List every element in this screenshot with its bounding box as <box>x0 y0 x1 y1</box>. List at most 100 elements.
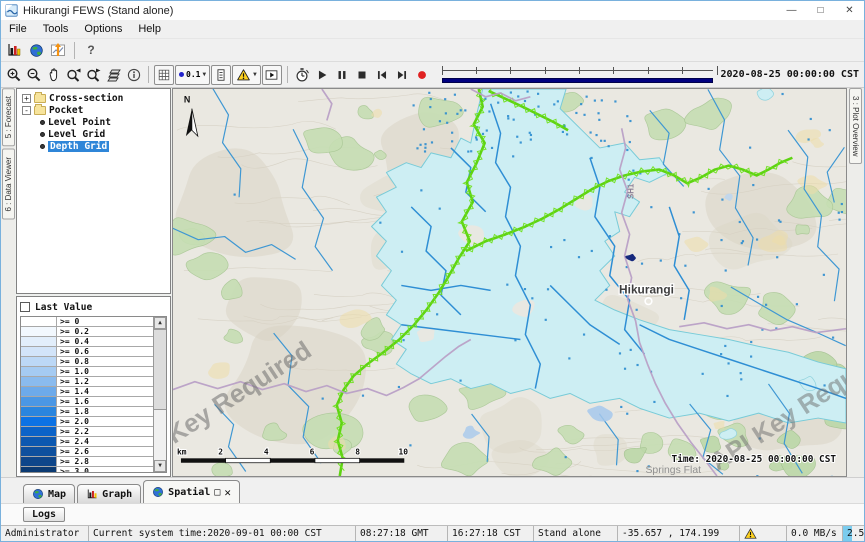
legend-row[interactable]: >= 2.0 <box>21 417 153 427</box>
status-warning-cell[interactable] <box>740 526 787 541</box>
legend-row[interactable]: >= 1.4 <box>21 387 153 397</box>
scrollbar-thumb[interactable] <box>153 329 167 410</box>
main-toolbar: ? <box>1 39 864 62</box>
warning-dropdown[interactable]: ▼ <box>232 65 261 85</box>
play-button[interactable] <box>312 65 332 85</box>
step-forward-button[interactable] <box>392 65 412 85</box>
legend-row[interactable]: >= 2.4 <box>21 437 153 447</box>
legend-row[interactable]: >= 2.2 <box>21 427 153 437</box>
info-button[interactable] <box>124 65 144 85</box>
scroll-down-button[interactable]: ▼ <box>154 460 166 472</box>
close-button[interactable]: ✕ <box>835 1 864 20</box>
tree-expander-icon[interactable]: - <box>22 106 31 115</box>
menu-options[interactable]: Options <box>76 23 130 35</box>
animation-timer-button[interactable] <box>292 65 312 85</box>
zoom-previous-button[interactable] <box>64 65 84 85</box>
graph-display-button[interactable] <box>4 40 24 60</box>
menu-help[interactable]: Help <box>130 23 169 35</box>
legend-swatch <box>21 427 57 436</box>
tab-data-viewer[interactable]: 6 : Data Viewer <box>2 149 15 220</box>
tab-plot-overview[interactable]: 3 : Plot Overview <box>849 88 862 164</box>
tree-item-level-grid[interactable]: Level Grid <box>19 128 170 140</box>
view-tab-map[interactable]: Map <box>23 484 75 503</box>
profile-display-button[interactable] <box>211 65 231 85</box>
legend-row[interactable]: >= 1.0 <box>21 367 153 377</box>
legend-row[interactable]: >= 0.4 <box>21 337 153 347</box>
threshold-dot-icon <box>179 72 184 77</box>
view-tab-graph[interactable]: Graph <box>77 484 141 503</box>
legend-panel: Last Value >= 0>= 0.2>= 0.4>= 0.6>= 0.8>… <box>16 296 171 477</box>
legend-row[interactable]: >= 1.6 <box>21 397 153 407</box>
stop-button[interactable] <box>352 65 372 85</box>
legend-row[interactable]: >= 0.8 <box>21 357 153 367</box>
tab-maximize-icon[interactable]: □ <box>214 487 220 498</box>
movie-player-button[interactable] <box>262 65 282 85</box>
legend-row[interactable]: >= 1.8 <box>21 407 153 417</box>
grid-toggle-button[interactable] <box>154 65 174 85</box>
legend-row[interactable]: >= 2.6 <box>21 447 153 457</box>
window-title: Hikurangi FEWS (Stand alone) <box>23 5 173 17</box>
leaf-bullet-icon <box>40 132 45 137</box>
threshold-dropdown[interactable]: 0.1 ▼ <box>175 65 210 85</box>
tree-item-label: Pocket <box>49 105 83 116</box>
logs-button[interactable]: Logs <box>23 507 65 522</box>
legend-row[interactable]: >= 0.2 <box>21 327 153 337</box>
scrollbar-track[interactable] <box>154 329 166 460</box>
view-tab-label: Spatial <box>168 487 210 498</box>
last-value-checkbox[interactable] <box>20 302 30 312</box>
legend-scrollbar[interactable]: ▲ ▼ <box>153 317 166 472</box>
north-arrow-label: N <box>184 95 190 105</box>
view-tab-spatial[interactable]: Spatial □ ✕ <box>143 480 240 503</box>
help-button[interactable]: ? <box>81 40 101 60</box>
scale-tick: 10 <box>399 447 409 456</box>
tab-forecast[interactable]: 5 : Forecast <box>2 88 15 146</box>
tree-item-level-point[interactable]: Level Point <box>19 116 170 128</box>
tree-expander-icon[interactable]: + <box>22 94 31 103</box>
map-canvas[interactable]: API Key Required API Key Required SH1 Hi… <box>173 89 846 476</box>
step-backward-icon <box>375 68 389 82</box>
road-label-sh1: SH1 <box>627 183 636 199</box>
menu-file[interactable]: File <box>1 23 35 35</box>
memory-text: 2.5 GB <box>847 528 864 539</box>
tab-close-icon[interactable]: ✕ <box>224 486 231 499</box>
legend-swatch <box>21 417 57 426</box>
zoom-in-button[interactable] <box>4 65 24 85</box>
legend-label: >= 1.8 <box>57 407 153 416</box>
legend-row[interactable]: >= 0 <box>21 317 153 327</box>
app-window: Hikurangi FEWS (Stand alone) — □ ✕ FileT… <box>0 0 865 542</box>
layers-button[interactable] <box>104 65 124 85</box>
status-local-time: 16:27:18 CST <box>448 526 534 541</box>
menu-tools[interactable]: Tools <box>35 23 77 35</box>
scale-bar: km 2 4 6 8 10 <box>177 447 408 462</box>
map-display-button[interactable] <box>26 40 46 60</box>
zoom-next-button[interactable] <box>84 65 104 85</box>
pause-icon <box>335 68 349 82</box>
record-button[interactable] <box>412 65 432 85</box>
time-slider-tick <box>579 67 580 74</box>
time-slider[interactable] <box>440 65 715 85</box>
legend-label: >= 0.4 <box>57 337 153 346</box>
tree-item-depth-grid[interactable]: Depth Grid <box>19 140 170 152</box>
maximize-button[interactable]: □ <box>806 1 835 20</box>
menu-bar: FileToolsOptionsHelp <box>1 20 864 39</box>
bar-chart-icon <box>6 42 22 58</box>
zoom-out-button[interactable] <box>24 65 44 85</box>
spatial-display-button[interactable] <box>48 40 68 60</box>
zoom-next-icon <box>86 67 102 83</box>
tree-item-cross-section[interactable]: +Cross-section <box>19 92 170 104</box>
tree-item-pocket[interactable]: - Pocket <box>19 104 170 116</box>
legend-row[interactable]: >= 1.2 <box>21 377 153 387</box>
parameter-tree: +Cross-section - PocketLevel PointLevel Gr… <box>16 88 171 294</box>
view-tab-bar: MapGraph Spatial □ ✕ <box>1 477 864 503</box>
legend-row[interactable]: >= 0.6 <box>21 347 153 357</box>
map-view[interactable]: API Key Required API Key Required SH1 Hi… <box>172 88 847 477</box>
legend-label: >= 2.8 <box>57 457 153 466</box>
scroll-up-button[interactable]: ▲ <box>154 317 166 329</box>
legend-row[interactable]: >= 3.0 <box>21 467 153 472</box>
pause-button[interactable] <box>332 65 352 85</box>
pan-button[interactable] <box>44 65 64 85</box>
step-backward-button[interactable] <box>372 65 392 85</box>
legend-row[interactable]: >= 2.8 <box>21 457 153 467</box>
minimize-button[interactable]: — <box>777 1 806 20</box>
legend-label: >= 0 <box>57 317 153 326</box>
